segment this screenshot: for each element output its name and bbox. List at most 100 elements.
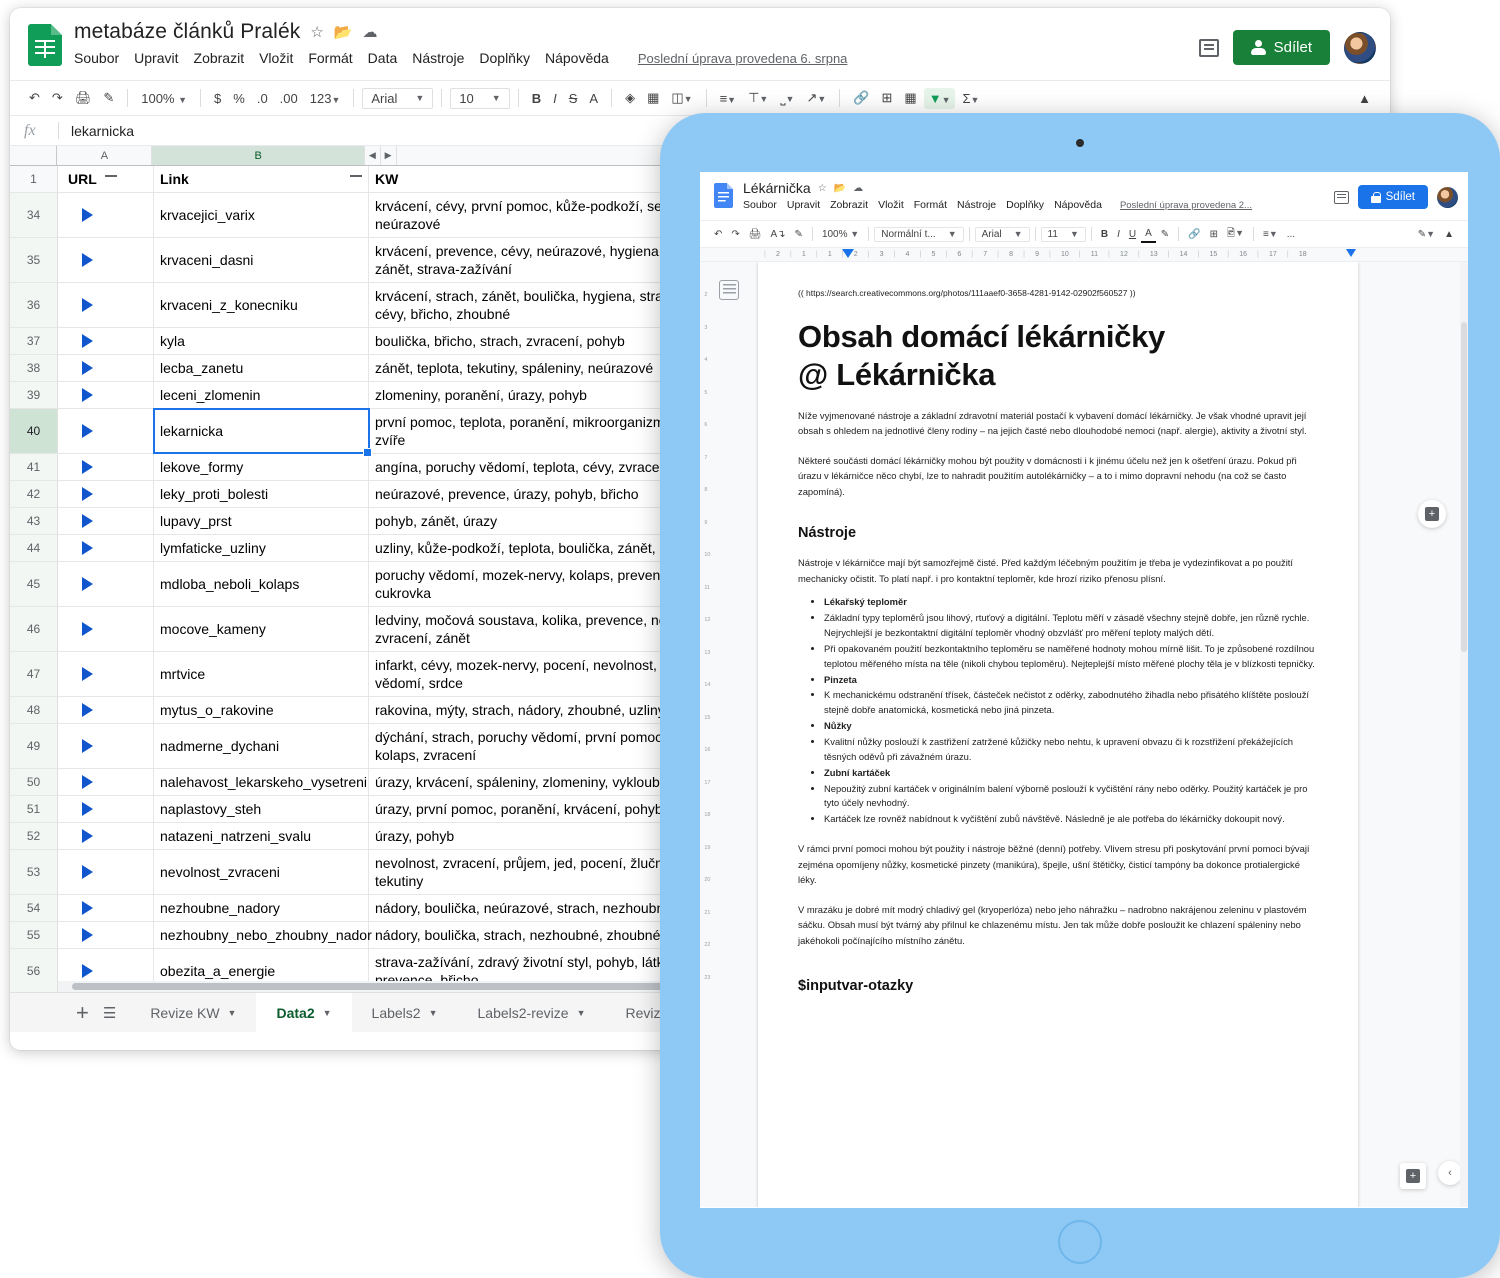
cell-link[interactable]: leceni_zlomenin (154, 382, 369, 408)
document-scrollbar-thumb[interactable] (1461, 322, 1467, 652)
insert-link-icon[interactable]: 🔗 (1184, 227, 1204, 242)
cell-url[interactable] (58, 796, 154, 822)
cell-url[interactable] (58, 508, 154, 534)
row-number[interactable]: 49 (10, 724, 58, 768)
doc-menu-doplnky[interactable]: Doplňky (1006, 199, 1044, 211)
print-icon[interactable]: 🖨 (745, 227, 766, 242)
play-icon[interactable] (82, 424, 93, 438)
header-cell-url[interactable]: URL (58, 166, 154, 192)
cell-url[interactable] (58, 697, 154, 723)
cell-link[interactable]: kyla (154, 328, 369, 354)
number-format-selector[interactable]: 123▼ (305, 88, 346, 109)
row-number[interactable]: 48 (10, 697, 58, 723)
cell-url[interactable] (58, 652, 154, 696)
row-number[interactable]: 39 (10, 382, 58, 408)
share-button[interactable]: Sdílet (1232, 30, 1330, 65)
cell-url[interactable] (58, 724, 154, 768)
cell-url[interactable] (58, 409, 154, 453)
chevron-down-icon[interactable]: ▼ (577, 1008, 586, 1018)
play-icon[interactable] (82, 901, 93, 915)
row-number[interactable]: 50 (10, 769, 58, 795)
play-icon[interactable] (82, 460, 93, 474)
doc-font-selector[interactable]: Arial ▼ (974, 226, 1030, 242)
play-icon[interactable] (82, 775, 93, 789)
play-icon[interactable] (82, 928, 93, 942)
functions-icon[interactable]: Σ▼ (957, 88, 984, 109)
select-all-corner[interactable] (10, 146, 58, 165)
doc-bold-button[interactable]: B (1097, 227, 1112, 242)
print-icon[interactable]: 🖨 (70, 87, 97, 109)
row-number[interactable]: 46 (10, 607, 58, 651)
paint-format-icon[interactable]: ✎ (98, 87, 119, 109)
move-to-folder-icon[interactable]: 📂 (334, 25, 353, 40)
row-number[interactable]: 34 (10, 193, 58, 237)
collapse-toolbar-icon[interactable]: ▲ (1440, 227, 1458, 242)
collapse-column-left-icon[interactable]: ◀ (365, 146, 381, 165)
filter-icon[interactable]: ▼▼ (923, 87, 956, 109)
text-color-button[interactable]: A (584, 88, 603, 109)
cell-link[interactable]: mdloba_neboli_kolaps (154, 562, 369, 606)
expand-panel-button[interactable]: ‹ (1438, 1161, 1462, 1185)
bottom-comment-button[interactable] (1400, 1163, 1426, 1189)
merge-cells-icon[interactable]: ◫▼ (666, 87, 697, 109)
row-number[interactable]: 43 (10, 508, 58, 534)
doc-font-size-selector[interactable]: 11 ▼ (1040, 226, 1086, 242)
sheet-tab-labels2-revize[interactable]: Labels2-revize ▼ (458, 993, 606, 1033)
cell-link[interactable]: nezhoubne_nadory (154, 895, 369, 921)
right-indent-marker-icon[interactable] (1346, 249, 1356, 257)
doc-underline-button[interactable]: U (1125, 227, 1140, 242)
cell-link[interactable]: naplastovy_steh (154, 796, 369, 822)
avatar[interactable] (1344, 31, 1376, 64)
comment-icon[interactable] (1333, 190, 1349, 204)
cell-url[interactable] (58, 238, 154, 282)
increase-decimal-button[interactable]: .00 (275, 88, 303, 109)
cell-url[interactable] (58, 355, 154, 381)
row-number[interactable]: 37 (10, 328, 58, 354)
insert-image-icon[interactable]: 🖻▼ (1223, 224, 1248, 245)
formula-input[interactable]: lekarnicka (71, 123, 134, 139)
column-header-b[interactable]: B (152, 146, 365, 165)
move-to-folder-icon[interactable]: 📂 (834, 183, 846, 194)
header-cell-link[interactable]: Link (154, 166, 369, 192)
chevron-down-icon[interactable]: ▼ (323, 1008, 332, 1018)
row-number[interactable]: 42 (10, 481, 58, 507)
play-icon[interactable] (82, 388, 93, 402)
row-number[interactable]: 47 (10, 652, 58, 696)
cell-url[interactable] (58, 382, 154, 408)
doc-menu-vlozit[interactable]: Vložit (878, 199, 904, 211)
cell-url[interactable] (58, 481, 154, 507)
add-comment-fab[interactable] (1418, 500, 1446, 528)
play-icon[interactable] (82, 487, 93, 501)
fill-color-icon[interactable]: ◈ (620, 87, 640, 109)
sheet-tab-labels2[interactable]: Labels2 ▼ (352, 993, 458, 1033)
play-icon[interactable] (82, 361, 93, 375)
play-icon[interactable] (82, 703, 93, 717)
play-icon[interactable] (82, 865, 93, 879)
borders-icon[interactable]: ▦ (642, 87, 664, 109)
doc-text-color-button[interactable]: A (1141, 226, 1156, 243)
insert-link-icon[interactable]: 🔗 (848, 87, 874, 109)
add-sheet-button[interactable]: + (62, 1000, 103, 1026)
cloud-status-icon[interactable]: ☁ (853, 183, 863, 194)
document-title[interactable]: Lékárnička (743, 180, 811, 196)
doc-menu-nastroje[interactable]: Nástroje (957, 199, 996, 211)
menu-zobrazit[interactable]: Zobrazit (194, 50, 245, 66)
insert-chart-icon[interactable]: ▦ (899, 87, 921, 109)
cell-link[interactable]: mrtvice (154, 652, 369, 696)
paint-format-icon[interactable]: ✎ (791, 227, 807, 242)
percent-format-button[interactable]: % (228, 88, 250, 109)
row-number[interactable]: 44 (10, 535, 58, 561)
all-sheets-menu-icon[interactable]: ☰ (103, 1004, 130, 1022)
play-icon[interactable] (82, 298, 93, 312)
indent-marker-icon[interactable] (842, 249, 854, 258)
cell-url[interactable] (58, 328, 154, 354)
filter-icon[interactable] (350, 174, 362, 184)
play-icon[interactable] (82, 802, 93, 816)
row-number[interactable]: 1 (10, 166, 58, 192)
play-icon[interactable] (82, 667, 93, 681)
strikethrough-button[interactable]: S (564, 88, 583, 109)
cell-url[interactable] (58, 535, 154, 561)
cell-link[interactable]: mocove_kameny (154, 607, 369, 651)
cell-link[interactable]: mytus_o_rakovine (154, 697, 369, 723)
row-number[interactable]: 51 (10, 796, 58, 822)
